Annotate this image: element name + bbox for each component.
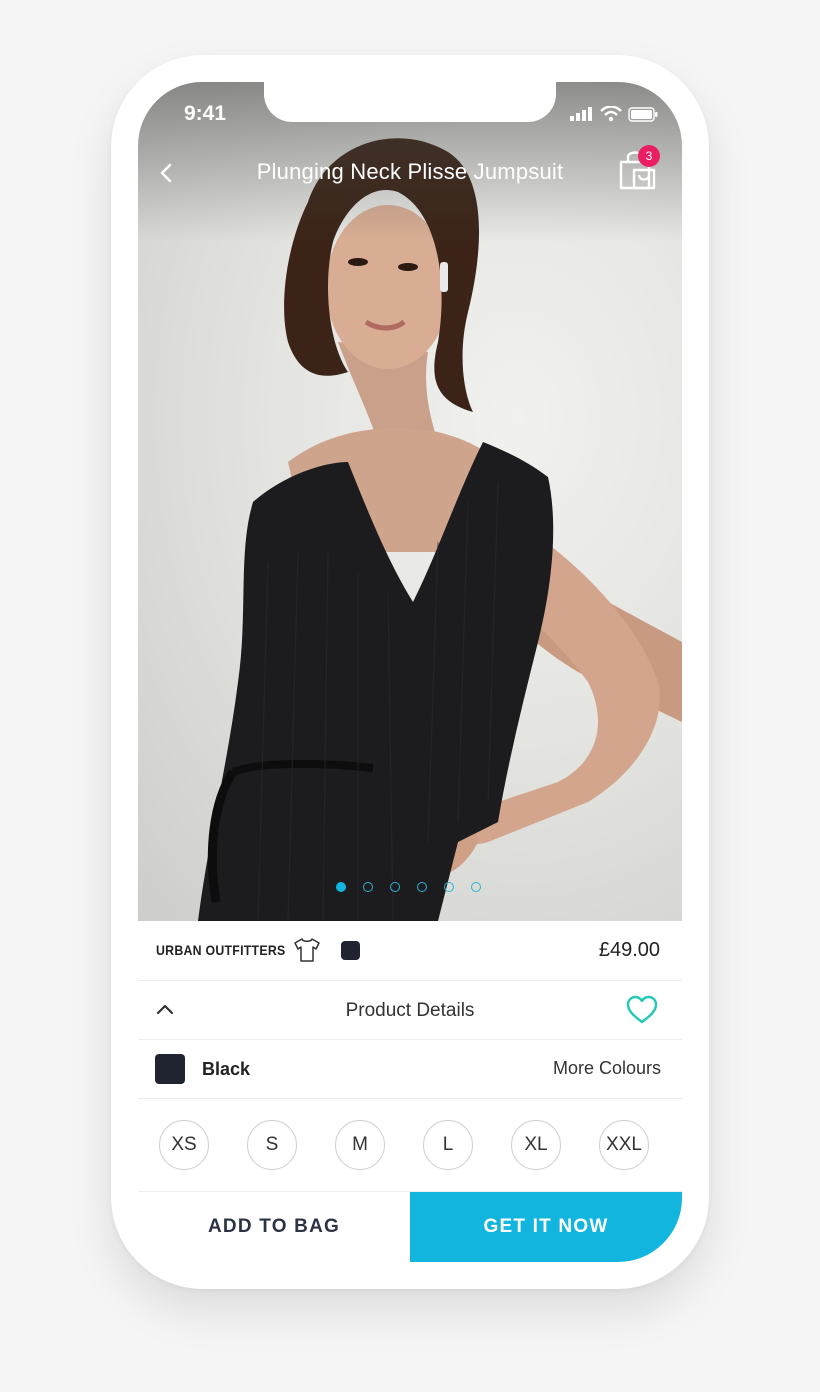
status-icons [570, 106, 658, 122]
image-pagination-dots[interactable] [336, 882, 481, 892]
size-option-xxl[interactable]: XXL [599, 1120, 649, 1170]
product-details-toggle[interactable]: Product Details [138, 981, 682, 1040]
page-title: Plunging Neck Plisse Jumpsuit [256, 159, 564, 184]
device-notch [264, 82, 556, 122]
size-options: XS S M L XL XXL [159, 1120, 649, 1170]
wifi-icon [600, 106, 622, 122]
signal-icon [570, 107, 592, 121]
colour-swatch[interactable] [155, 1054, 185, 1084]
action-buttons: ADD TO BAG GET IT NOW [138, 1192, 682, 1262]
colour-name: Black [202, 1059, 251, 1079]
product-summary-row: URBAN OUTFITTERS £49.00 [138, 921, 682, 981]
product-price: £49.00 [598, 939, 660, 961]
tshirt-icon [294, 938, 320, 962]
add-to-bag-button[interactable]: ADD TO BAG [138, 1192, 410, 1262]
size-option-s[interactable]: S [247, 1120, 297, 1170]
heart-icon[interactable] [626, 995, 658, 1025]
chevron-left-icon[interactable] [154, 160, 180, 186]
battery-icon [628, 106, 658, 122]
size-selector: XS S M L XL XXL [138, 1099, 682, 1192]
size-option-xl[interactable]: XL [511, 1120, 561, 1170]
pagination-dot[interactable] [471, 882, 481, 892]
app-screen: 9:41 Plunging Neck Plisse Jumpsuit 3 URB… [138, 82, 682, 1262]
brand-name[interactable]: URBAN OUTFITTERS [156, 942, 285, 958]
get-it-now-button[interactable]: GET IT NOW [410, 1192, 682, 1262]
pagination-dot[interactable] [444, 882, 454, 892]
pagination-dot[interactable] [363, 882, 373, 892]
size-option-xs[interactable]: XS [159, 1120, 209, 1170]
size-option-l[interactable]: L [423, 1120, 473, 1170]
product-details-label: Product Details [345, 1000, 475, 1021]
more-colours-link[interactable]: More Colours [553, 1058, 661, 1079]
pagination-dot[interactable] [390, 882, 400, 892]
product-image[interactable] [138, 82, 682, 921]
size-option-m[interactable]: M [335, 1120, 385, 1170]
pagination-dot[interactable] [417, 882, 427, 892]
colour-swatch-small [341, 941, 360, 960]
status-time: 9:41 [184, 102, 227, 125]
phone-frame: 9:41 Plunging Neck Plisse Jumpsuit 3 URB… [111, 55, 709, 1289]
pagination-dot-active[interactable] [336, 882, 346, 892]
colour-row: Black More Colours [138, 1040, 682, 1099]
bag-count-badge: 3 [638, 145, 660, 167]
